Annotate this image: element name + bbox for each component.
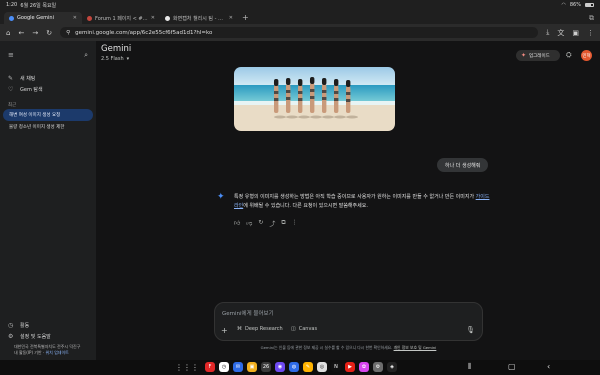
tabs-icon[interactable]: ▣: [572, 29, 579, 37]
browser-toolbar: ⌂ ← → ↻ ⚲ gemini.google.com/app/6c2e55cf…: [0, 24, 600, 41]
tab-forum[interactable]: Forum 1 페이지 < #Awesta ✕: [82, 12, 160, 24]
sidebar-item-recent-chat[interactable]: 해변 여성 이미지 생성 요청: [3, 109, 93, 121]
tab-overview-icon[interactable]: ⧉: [589, 12, 600, 24]
sidebar: ≡ ⌕ ✎ 새 채팅 ♡ Gem 탐색 최근 해변 여성 이미지 생성 요청 물…: [0, 41, 96, 360]
google-favicon-icon: [165, 15, 170, 21]
download-icon[interactable]: ⤓: [546, 28, 549, 37]
canvas-icon: ◫: [291, 326, 296, 332]
response-actions: 👍︎ 👎︎ ↻ ⤴ ⧉ ⋮: [234, 219, 298, 228]
close-icon[interactable]: ✕: [151, 15, 155, 21]
home-button-icon[interactable]: ▢: [508, 362, 516, 371]
messages-app-icon[interactable]: ✉: [233, 362, 243, 372]
hamburger-menu-icon[interactable]: ≡: [8, 51, 14, 60]
tab-label: Forum 1 페이지 < #Awesta: [95, 15, 148, 22]
tab-google[interactable]: 화면캡처 챌리시 팀 - Google ✕: [160, 12, 238, 24]
battery-icon: [585, 3, 594, 7]
gemini-favicon-icon: [9, 15, 14, 21]
photos-app-icon[interactable]: ✿: [359, 362, 369, 372]
tab-label: 화면캡처 챌리시 팀 - Google: [173, 15, 226, 22]
model-response: 특정 유형의 이미지를 생성하는 방법은 아직 학습 중이므로 사용자가 원하는…: [234, 194, 490, 209]
regenerate-icon[interactable]: ↻: [258, 219, 263, 228]
status-date: 6월 26일 목요일: [20, 2, 57, 9]
activity-button[interactable]: ◷ 활동: [0, 320, 96, 331]
notes-app-icon[interactable]: ✎: [303, 362, 313, 372]
translate-icon[interactable]: 文: [557, 28, 564, 38]
copy-icon[interactable]: ⧉: [281, 219, 285, 228]
chat-app-icon[interactable]: ◍: [289, 362, 299, 372]
android-taskbar: ⋮⋮⋮ F ◷ ✉ ▣ 26 ◉ ◍ ✎ ◎ N ▶ ✿ ⚙ ◈ ⦀ ▢ ‹: [0, 360, 600, 375]
taskbar-apps: ⋮⋮⋮ F ◷ ✉ ▣ 26 ◉ ◍ ✎ ◎ N ▶ ✿ ⚙ ◈: [175, 362, 397, 372]
wifi-icon: ◠: [561, 2, 566, 8]
history-icon: ◷: [8, 322, 14, 329]
avatar[interactable]: 민혁: [581, 50, 592, 61]
app-title: Gemini: [101, 44, 132, 54]
tab-label: Google Gemini: [17, 15, 54, 21]
search-icon[interactable]: ⌕: [84, 51, 88, 60]
settings-app-icon[interactable]: ⚙: [373, 362, 383, 372]
spark-icon: ✦: [521, 52, 527, 59]
disclaimer: Gemini는 인물 등에 관한 정보 제공 시 실수를 할 수 있으니 다시 …: [260, 345, 437, 350]
status-bar: 1:20 6월 26일 목요일 ◠ 86%: [0, 0, 600, 10]
recent-heading: 최근: [8, 103, 17, 108]
flipboard-app-icon[interactable]: F: [205, 362, 215, 372]
browser-tab-bar: Google Gemini ✕ Forum 1 페이지 < #Awesta ✕ …: [0, 10, 600, 24]
browser-app-icon[interactable]: ◉: [275, 362, 285, 372]
reload-icon[interactable]: ↻: [46, 29, 52, 37]
gem-icon: ♡: [8, 86, 14, 93]
tab-gemini[interactable]: Google Gemini ✕: [4, 12, 82, 24]
close-icon[interactable]: ✕: [73, 15, 77, 21]
back-arrow-icon[interactable]: ←: [18, 29, 24, 37]
thumbs-down-icon[interactable]: 👎︎: [246, 219, 252, 228]
canvas-button[interactable]: ◫ Canvas: [291, 326, 317, 332]
site-info-icon[interactable]: ⚲: [66, 30, 70, 36]
update-location-link[interactable]: 위치 업데이트: [45, 350, 68, 355]
chevron-down-icon: ▾: [126, 56, 130, 62]
microphone-icon[interactable]: 🎙︎: [466, 326, 475, 334]
prompt-input[interactable]: Gemini에게 물어보기 + ⌘ Deep Research ◫ Canvas…: [214, 302, 483, 341]
model-selector[interactable]: 2.5 Flash ▾: [101, 56, 129, 62]
sidebar-item-recent-chat[interactable]: 물량 청소년 이미지 생성 제한: [3, 121, 93, 133]
assistant-app-icon[interactable]: ◈: [387, 362, 397, 372]
folder-app-icon[interactable]: ▣: [247, 362, 257, 372]
clock-app-icon[interactable]: ◷: [219, 362, 229, 372]
more-options-icon[interactable]: ⋮: [292, 219, 298, 228]
url-text: gemini.google.com/app/6c2e55cf6f5ad1d1?h…: [75, 29, 213, 36]
address-bar[interactable]: ⚲ gemini.google.com/app/6c2e55cf6f5ad1d1…: [60, 27, 539, 38]
home-icon[interactable]: ⌂: [6, 29, 10, 37]
calendar-app-icon[interactable]: 26: [261, 362, 271, 372]
generated-image[interactable]: [234, 67, 395, 131]
recents-icon[interactable]: ⦀: [468, 362, 472, 372]
plus-icon[interactable]: +: [221, 326, 228, 335]
menu-icon[interactable]: ⋮: [587, 29, 594, 37]
share-icon[interactable]: ⤴: [269, 219, 275, 228]
back-icon[interactable]: ‹: [547, 362, 550, 371]
user-message: 하나 더 생성해줘: [437, 158, 489, 172]
apps-icon[interactable]: ⛭: [566, 51, 572, 60]
deep-research-button[interactable]: ⌘ Deep Research: [237, 326, 283, 332]
youtube-app-icon[interactable]: ▶: [345, 362, 355, 372]
new-chat-button[interactable]: ✎ 새 채팅: [0, 73, 96, 84]
app-drawer-icon[interactable]: ⋮⋮⋮: [175, 363, 199, 372]
location-info: 대한민국 전북특별자치도 전주시 덕진구 내 활동(IP) 기반 · 위치 업데…: [14, 344, 81, 355]
forward-arrow-icon[interactable]: →: [32, 29, 38, 37]
thumbs-up-icon[interactable]: 👍︎: [234, 219, 240, 228]
new-tab-button[interactable]: +: [238, 12, 253, 24]
netflix-app-icon[interactable]: N: [331, 362, 341, 372]
settings-button[interactable]: ⚙ 설정 및 도움말: [0, 331, 96, 342]
chrome-app-icon[interactable]: ◎: [317, 362, 327, 372]
beach-scene-image: [234, 67, 395, 131]
status-battery-text: 86%: [569, 2, 581, 8]
close-icon[interactable]: ✕: [229, 15, 233, 21]
prompt-placeholder: Gemini에게 물어보기: [222, 311, 274, 317]
explore-gems-button[interactable]: ♡ Gem 탐색: [0, 84, 96, 95]
deep-research-icon: ⌘: [237, 326, 242, 332]
privacy-link[interactable]: 개인 정보 보호 및 Gemini: [394, 345, 437, 350]
status-time: 1:20: [6, 2, 18, 8]
edit-icon: ✎: [8, 75, 14, 82]
upgrade-button[interactable]: ✦ 업그레이드: [516, 50, 560, 61]
forum-favicon-icon: [87, 15, 92, 21]
gear-icon: ⚙: [8, 333, 14, 340]
gemini-spark-icon: ✦: [217, 192, 225, 202]
